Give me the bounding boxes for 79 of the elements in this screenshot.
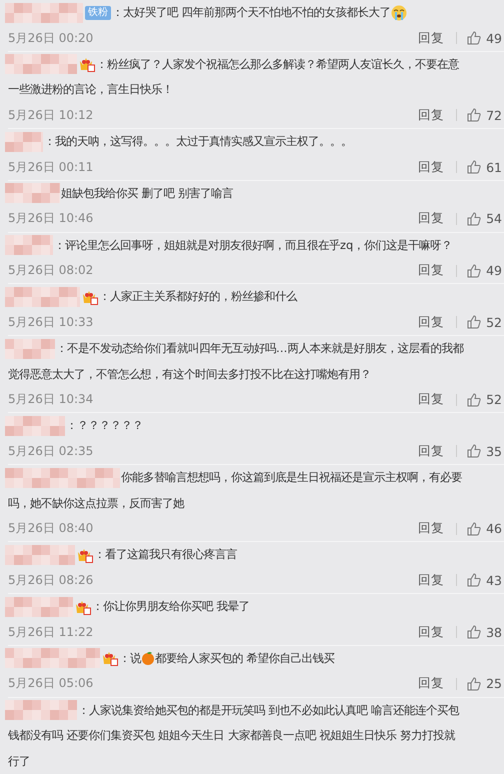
blurred-name bbox=[5, 183, 60, 204]
comment-time: 5月26日 08:26 bbox=[8, 572, 94, 589]
like-count: 46 bbox=[486, 521, 503, 536]
thumbs-up-icon[interactable] bbox=[467, 392, 482, 407]
thumbs-up-icon[interactable] bbox=[467, 160, 482, 174]
fan-badge: 铁粉 bbox=[85, 6, 111, 20]
reply-link[interactable]: 回复 bbox=[418, 624, 444, 641]
comment-text: ：太好哭了吧 四年前那两个天不怕地不怕的女孩都长大了 bbox=[112, 5, 391, 20]
comment-text: ：我的天呐，这写得。。。太过于真情实感又宣示主权了。。。 bbox=[44, 134, 352, 150]
reply-link[interactable]: 回复 bbox=[418, 262, 444, 280]
comment-time: 5月26日 10:33 bbox=[8, 314, 94, 331]
reply-link[interactable]: 回复 bbox=[418, 675, 444, 692]
like-count: 72 bbox=[486, 108, 503, 123]
reply-link[interactable]: 回复 bbox=[418, 106, 444, 124]
comment-text: ：说 bbox=[119, 650, 141, 666]
thumbs-up-icon[interactable] bbox=[467, 264, 482, 278]
comment-time: 5月26日 08:40 bbox=[8, 520, 94, 537]
comment-time: 5月26日 00:11 bbox=[8, 158, 94, 176]
reply-link[interactable]: 回复 bbox=[418, 30, 444, 47]
comment-text: 吗，她不缺你这点拉票，反而害了她 bbox=[8, 496, 184, 511]
comment-time: 5月26日 00:20 bbox=[8, 30, 94, 47]
thumbs-up-icon[interactable] bbox=[467, 31, 482, 46]
comment-text: ：评论里怎么回事呀，姐姐就是对朋友很好啊，而且很在乎zq，你们这是干嘛呀？ bbox=[54, 238, 452, 253]
comment-text: ：不是不发动态给你们看就叫四年无互动好吗…两人本来就是好朋友，这层看的我都 bbox=[56, 341, 464, 356]
comment-text: ：？？？？？？ bbox=[66, 418, 143, 434]
reply-link[interactable]: 回复 bbox=[418, 314, 444, 331]
comment-text: ：看了这篇我只有很心疼言言 bbox=[94, 547, 237, 562]
comment-time: 5月26日 08:02 bbox=[8, 262, 94, 280]
reply-link[interactable]: 回复 bbox=[418, 520, 444, 537]
comment-time: 5月26日 11:22 bbox=[8, 624, 94, 641]
thumbs-up-icon[interactable] bbox=[467, 625, 482, 640]
comment-text: ：人家说集资给她买包的都是开玩笑吗 到也不必如此认真吧 喻言还能连个买包 bbox=[78, 702, 460, 718]
reply-link[interactable]: 回复 bbox=[418, 442, 444, 460]
thumbs-up-icon[interactable] bbox=[467, 676, 482, 691]
like-count: 54 bbox=[486, 211, 503, 226]
comment-text: 你能多替喻言想想吗，你这篇到底是生日祝福还是宣示主权啊，有必要 bbox=[121, 470, 462, 486]
thumbs-up-icon[interactable] bbox=[467, 108, 482, 122]
blurred-name bbox=[5, 416, 65, 436]
thumbs-up-icon[interactable] bbox=[467, 522, 482, 536]
thumbs-up-icon[interactable] bbox=[467, 315, 482, 330]
comment-text: 钱都没有吗 还要你们集资买包 姐姐今天生日 大家都善良一点吧 祝姐姐生日快乐 努力打投就 bbox=[8, 728, 456, 744]
blurred-name bbox=[5, 132, 43, 152]
comment-time: 5月26日 10:12 bbox=[8, 106, 94, 124]
comment-text: 行了 bbox=[8, 754, 30, 769]
comment-text: 觉得恶意太大了，不管怎么想，有这个时间去多打投不比在这打嘴炮有用？ bbox=[8, 366, 371, 382]
reply-link[interactable]: 回复 bbox=[418, 391, 444, 408]
comment-text: ：人家正主关系都好好的，粉丝掺和什么 bbox=[99, 289, 297, 304]
blurred-name bbox=[5, 54, 77, 74]
comment-time: 5月26日 10:46 bbox=[8, 210, 94, 228]
thumbs-up-icon[interactable] bbox=[467, 444, 482, 458]
comment-time: 5月26日 05:06 bbox=[8, 675, 94, 692]
like-count: 52 bbox=[486, 392, 503, 408]
like-count: 25 bbox=[486, 676, 503, 692]
blurred-name bbox=[5, 544, 75, 565]
reply-link[interactable]: 回复 bbox=[418, 158, 444, 176]
comment-text: ：你让你男朋友给你买吧 我晕了 bbox=[92, 599, 250, 614]
comment-time: 5月26日 02:35 bbox=[8, 442, 94, 460]
comment-time: 5月26日 10:34 bbox=[8, 391, 94, 408]
like-count: 35 bbox=[486, 444, 503, 459]
comment-text: 姐缺包我给你买 删了吧 别害了喻言 bbox=[61, 186, 234, 201]
blurred-name bbox=[5, 700, 77, 720]
thumbs-up-icon[interactable] bbox=[467, 212, 482, 226]
blurred-name bbox=[5, 338, 55, 359]
thumbs-up-icon[interactable] bbox=[467, 573, 482, 588]
blurred-name bbox=[5, 596, 73, 617]
like-count: 38 bbox=[486, 624, 503, 640]
reply-link[interactable]: 回复 bbox=[418, 572, 444, 589]
like-count: 43 bbox=[486, 572, 503, 588]
blurred-name bbox=[5, 235, 53, 256]
reply-link[interactable]: 回复 bbox=[418, 210, 444, 228]
like-count: 61 bbox=[486, 160, 503, 175]
like-count: 52 bbox=[486, 314, 503, 330]
crying-face-icon bbox=[390, 4, 407, 21]
tangerine-icon bbox=[141, 651, 155, 666]
comment-text: 一些激进粉的言论，言生日快乐！ bbox=[8, 82, 173, 98]
like-count: 49 bbox=[486, 30, 503, 46]
comment-text: ：粉丝疯了？人家发个祝福怎么那么多解读？希望两人友谊长久，不要在意 bbox=[96, 56, 459, 72]
like-count: 49 bbox=[486, 263, 503, 278]
comment-text: 都要给人家买包的 希望你自己出钱买 bbox=[155, 650, 335, 666]
